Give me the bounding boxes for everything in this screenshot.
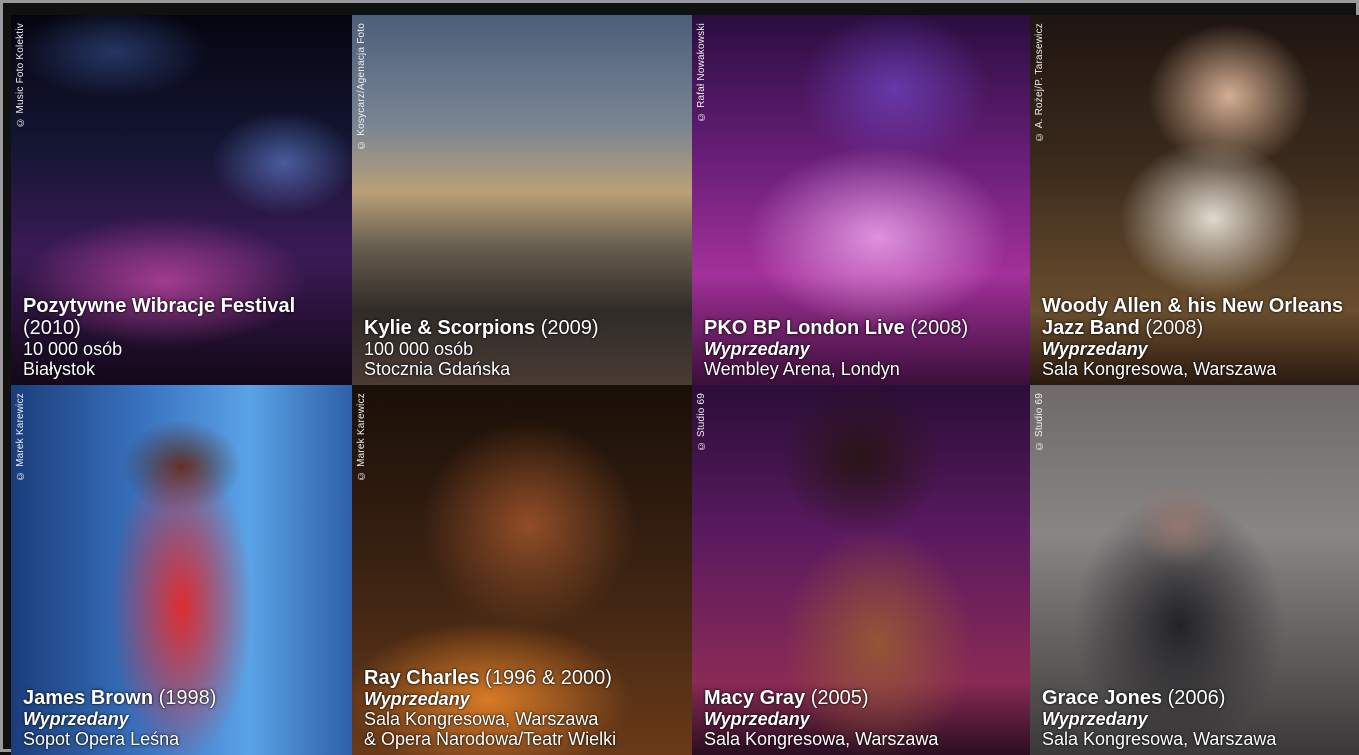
concert-year: (2005) <box>805 687 869 709</box>
concert-title: Grace Jones <box>1042 687 1163 709</box>
concert-detail: Sala Kongresowa, Warszawa <box>1042 359 1277 379</box>
concert-detail: Sopot Opera Leśna <box>23 729 180 749</box>
concert-detail: Stocznia Gdańska <box>364 359 511 379</box>
sold-out-label: Wyprzedany <box>704 339 810 359</box>
concert-detail: Sala Kongresowa, Warszawa <box>704 729 939 749</box>
photo-credit: © Kosycarz/Agenacja Foto <box>356 23 367 150</box>
concert-detail: Sala Kongresowa, Warszawa <box>1042 729 1277 749</box>
photo-credit: © Marek Karewicz <box>356 393 367 482</box>
concert-year: (1998) <box>153 687 217 709</box>
concert-title: James Brown <box>23 687 154 709</box>
concert-title: PKO BP London Live <box>704 317 905 339</box>
photo-credit: © A. Rożej/P. Tarasewicz <box>1034 23 1045 142</box>
concert-heading: PKO BP London Live (2008) <box>704 317 1024 339</box>
sold-out-label: Wyprzedany <box>1042 339 1148 359</box>
concert-year: (2008) <box>904 317 969 339</box>
concert-heading: Ray Charles (1996 & 2000) <box>364 667 686 689</box>
concert-title: Kylie & Scorpions <box>364 317 536 339</box>
concert-heading: Grace Jones (2006) <box>1042 687 1356 709</box>
sold-out-label: Wyprzedany <box>23 709 129 729</box>
concert-heading: Woody Allen & his New Orleans Jazz Band … <box>1042 295 1356 339</box>
concert-detail: & Opera Narodowa/Teatr Wielki <box>364 729 617 749</box>
concert-caption: Kylie & Scorpions (2009) 100 000 osób St… <box>364 317 686 379</box>
concert-year: (2010) <box>23 317 81 339</box>
concert-year: (1996 & 2000) <box>479 667 612 689</box>
concert-caption: Pozytywne Wibracje Festival (2010) 10 00… <box>23 295 346 379</box>
concert-tile: © Rafał Nowakowski PKO BP London Live (2… <box>692 15 1030 385</box>
concert-heading: James Brown (1998) <box>23 687 346 709</box>
photo-collage-frame: © Music Foto Kolektiv Pozytywne Wibracje… <box>0 0 1359 755</box>
concert-title: Ray Charles <box>364 667 480 689</box>
photo-credit: © Studio 69 <box>1034 393 1045 452</box>
photo-credit: © Marek Karewicz <box>15 393 26 482</box>
concert-grid: © Music Foto Kolektiv Pozytywne Wibracje… <box>11 15 1359 755</box>
concert-caption: PKO BP London Live (2008) Wyprzedany Wem… <box>704 317 1024 379</box>
concert-caption: Ray Charles (1996 & 2000) Wyprzedany Sal… <box>364 667 686 749</box>
concert-tile: © Marek Karewicz James Brown (1998) Wypr… <box>11 385 352 755</box>
concert-title: Pozytywne Wibracje Festival <box>23 295 296 317</box>
concert-caption: Macy Gray (2005) Wyprzedany Sala Kongres… <box>704 687 1024 749</box>
photo-credit: © Studio 69 <box>696 393 707 452</box>
concert-detail: Wembley Arena, Londyn <box>704 359 900 379</box>
concert-year: (2008) <box>1139 317 1204 339</box>
concert-year: (2006) <box>1162 687 1226 709</box>
concert-tile: © Kosycarz/Agenacja Foto Kylie & Scorpio… <box>352 15 692 385</box>
sold-out-label: Wyprzedany <box>364 689 470 709</box>
concert-year: (2009) <box>535 317 599 339</box>
concert-detail: 100 000 osób <box>364 339 474 359</box>
concert-tile: © Music Foto Kolektiv Pozytywne Wibracje… <box>11 15 352 385</box>
concert-detail: Sala Kongresowa, Warszawa <box>364 709 599 729</box>
concert-tile: © Studio 69 Macy Gray (2005) Wyprzedany … <box>692 385 1030 755</box>
concert-caption: Grace Jones (2006) Wyprzedany Sala Kongr… <box>1042 687 1356 749</box>
concert-tile: © A. Rożej/P. Tarasewicz Woody Allen & h… <box>1030 15 1359 385</box>
concert-heading: Macy Gray (2005) <box>704 687 1024 709</box>
concert-tile: © Studio 69 Grace Jones (2006) Wyprzedan… <box>1030 385 1359 755</box>
sold-out-label: Wyprzedany <box>704 709 810 729</box>
concert-heading: Pozytywne Wibracje Festival (2010) <box>23 295 346 339</box>
concert-caption: Woody Allen & his New Orleans Jazz Band … <box>1042 295 1356 379</box>
concert-caption: James Brown (1998) Wyprzedany Sopot Oper… <box>23 687 346 749</box>
concert-tile: © Marek Karewicz Ray Charles (1996 & 200… <box>352 385 692 755</box>
photo-credit: © Music Foto Kolektiv <box>15 23 26 128</box>
concert-detail: Białystok <box>23 359 96 379</box>
concert-title: Macy Gray <box>704 687 806 709</box>
concert-heading: Kylie & Scorpions (2009) <box>364 317 686 339</box>
sold-out-label: Wyprzedany <box>1042 709 1148 729</box>
concert-detail: 10 000 osób <box>23 339 123 359</box>
photo-credit: © Rafał Nowakowski <box>696 23 707 123</box>
